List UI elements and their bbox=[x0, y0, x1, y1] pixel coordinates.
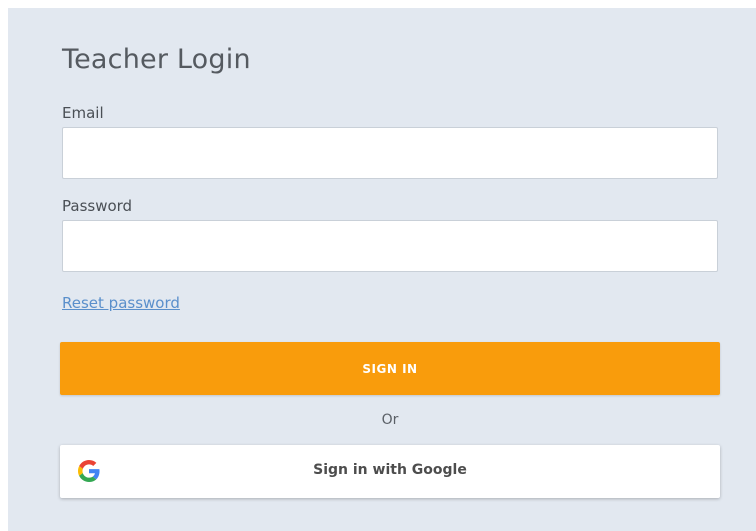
password-field[interactable] bbox=[62, 220, 718, 272]
email-label: Email bbox=[62, 104, 104, 122]
or-divider-text: Or bbox=[381, 412, 399, 428]
google-sign-in-label: Sign in with Google bbox=[313, 462, 467, 478]
sign-in-button[interactable]: SIGN IN bbox=[60, 342, 720, 395]
password-label: Password bbox=[62, 197, 133, 215]
reset-password-link[interactable]: Reset password bbox=[62, 294, 180, 312]
email-field[interactable] bbox=[62, 127, 718, 179]
google-sign-in-button[interactable]: Sign in with Google bbox=[60, 445, 720, 498]
page-title: Teacher Login bbox=[62, 44, 251, 75]
